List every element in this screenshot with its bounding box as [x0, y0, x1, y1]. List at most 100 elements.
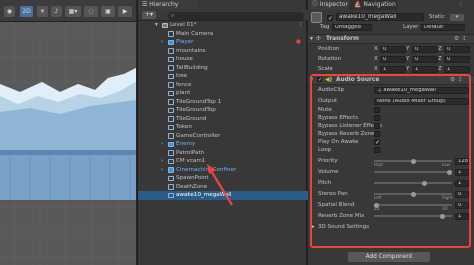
expand-chevron-icon[interactable]: › [161, 157, 163, 166]
hierarchy-item[interactable]: plant [138, 89, 308, 98]
hierarchy-item[interactable]: GameController [138, 132, 308, 141]
hierarchy-item-label: TileGroundTop 1 [176, 98, 222, 105]
tab-inspector[interactable]: ⓘ Inspector [308, 0, 348, 10]
audio-toggle-icon[interactable]: ♪ [51, 6, 62, 17]
gameobject-cube-icon [168, 90, 174, 96]
hierarchy-item[interactable]: TallBuilding [138, 64, 308, 73]
gameobject-cube-icon [168, 82, 174, 88]
axis-label-x: X [374, 56, 378, 62]
layer-label: Layer [403, 24, 419, 30]
transform-row-label: Position [318, 46, 340, 52]
prefab-cube-icon [168, 39, 174, 45]
highlight-box [310, 74, 471, 248]
hierarchy-item[interactable]: tree [138, 72, 308, 81]
hierarchy-item[interactable]: fence [138, 81, 308, 90]
transform-y-field[interactable]: 1 [412, 65, 438, 73]
tab-navigation[interactable]: ⛵ Navigation [350, 0, 398, 10]
camera-settings-icon[interactable]: ▶ [118, 6, 132, 17]
gameobject-cube-icon [168, 150, 174, 156]
foldout-chevron-icon[interactable]: ▾ [155, 21, 158, 30]
gameobject-cube-icon [168, 175, 174, 181]
inspector-icon: ⓘ [312, 1, 320, 8]
gameobject-cube-icon [168, 133, 174, 139]
transform-icon: ✣ [316, 36, 321, 42]
hierarchy-panel: ☰ Hierarchy +▾ ⌕ ▾ Level 01* ⋮ Main Camera ›… [137, 0, 308, 265]
effects-dropdown-icon[interactable]: ▦▾ [65, 6, 81, 17]
hierarchy-item[interactable]: Main Camera [138, 30, 308, 39]
hierarchy-item-label: TileGround [176, 115, 207, 122]
transform-header[interactable]: ▾ ✣ Transform ⚙ ⋮ [308, 34, 474, 44]
gameobject-cube-icon [168, 99, 174, 105]
hierarchy-item[interactable]: › Player ● [138, 38, 308, 47]
hierarchy-item-label: mountains [176, 47, 206, 54]
create-add-icon[interactable]: +▾ [142, 11, 156, 19]
gameobject-cube-icon [168, 31, 174, 37]
gameobject-cube-icon [168, 48, 174, 54]
gameobject-cube-icon [311, 12, 322, 23]
hierarchy-item-label: Token [176, 124, 192, 130]
active-checkbox[interactable]: ✓ [327, 15, 333, 22]
tab-navigation-label: Navigation [363, 1, 396, 8]
tag-dropdown[interactable]: Untagged [332, 24, 372, 31]
inspector-menu-icon[interactable]: ⋮ [458, 1, 464, 8]
scene-icon [162, 22, 168, 28]
gameobject-cube-icon [168, 158, 174, 164]
expand-chevron-icon[interactable]: › [161, 38, 163, 47]
gameobject-cube-icon [168, 56, 174, 62]
hierarchy-list: ▾ Level 01* ⋮ Main Camera › Player ● mountains h… [138, 21, 308, 200]
layer-dropdown[interactable]: Default [421, 24, 465, 31]
shading-mode-icon[interactable]: ◉ [4, 6, 15, 17]
transform-fields: Position X 0 Y 0 Z 0 Rotation X 0 Y 0 Z 0 Scale X 1 Y 1 Z 1 [308, 44, 474, 74]
tag-label: Tag [320, 24, 330, 30]
transform-z-field[interactable]: 1 [444, 65, 470, 73]
hierarchy-item[interactable]: Token [138, 123, 308, 132]
hierarchy-item[interactable]: house [138, 55, 308, 64]
hidden-objects-icon[interactable]: ◌ [84, 6, 98, 17]
hierarchy-item-label: PatrolPath [176, 149, 205, 156]
transform-x-field[interactable]: 1 [380, 65, 406, 73]
axis-label-x: X [374, 66, 378, 72]
tab-hierarchy[interactable]: ☰ Hierarchy [138, 0, 198, 10]
transform-z-field[interactable]: 0 [444, 55, 470, 63]
gizmos-icon[interactable]: ▣ [101, 6, 115, 17]
prefab-cube-icon [168, 141, 174, 147]
static-dropdown[interactable]: ▾ [450, 14, 464, 21]
object-name-field[interactable]: awake10_megaWall [336, 13, 424, 21]
hierarchy-item[interactable]: mountains [138, 47, 308, 56]
scene-root-item[interactable]: ▾ Level 01* ⋮ [138, 21, 308, 30]
static-label: Static [429, 14, 445, 20]
hierarchy-item-label: Player [176, 39, 194, 45]
axis-label-z: Z [438, 66, 442, 72]
2d-toggle-button[interactable]: 2D [20, 6, 33, 17]
foldout-chevron-icon: ▾ [310, 36, 313, 42]
hierarchy-item[interactable]: TileGroundTop [138, 106, 308, 115]
transform-x-field[interactable]: 0 [380, 45, 406, 53]
scene-menu-icon[interactable]: ⋮ [298, 21, 304, 30]
hierarchy-item[interactable]: TileGround [138, 115, 308, 124]
hierarchy-item-label: fence [176, 81, 192, 88]
search-icon: ⌕ [171, 12, 175, 19]
gameobject-cube-icon [168, 116, 174, 122]
hierarchy-item[interactable]: › Enemy [138, 140, 308, 149]
transform-row-label: Rotation [318, 56, 342, 62]
expand-chevron-icon[interactable]: › [161, 140, 163, 149]
scene-view[interactable]: ◉ 2D ☀ ♪ ▦▾ ◌ ▣ ▶ [0, 0, 136, 265]
hierarchy-item[interactable]: PatrolPath [138, 149, 308, 158]
axis-label-y: Y [406, 46, 410, 52]
gameobject-cube-icon [168, 124, 174, 130]
annotation-arrow-icon [207, 164, 233, 206]
transform-x-field[interactable]: 0 [380, 55, 406, 63]
transform-z-field[interactable]: 0 [444, 45, 470, 53]
transform-menu-icon[interactable]: ⚙ ⋮ [454, 35, 467, 44]
hierarchy-item[interactable]: TileGroundTop 1 [138, 98, 308, 107]
transform-row-position: Position X 0 Y 0 Z 0 [308, 44, 474, 54]
scene-canvas[interactable] [0, 22, 136, 265]
add-component-button[interactable]: Add Component [348, 252, 430, 262]
tab-hierarchy-label: Hierarchy [149, 1, 179, 8]
transform-y-field[interactable]: 0 [412, 45, 438, 53]
hierarchy-search-input[interactable] [168, 12, 304, 20]
transform-row-scale: Scale X 1 Y 1 Z 1 [308, 64, 474, 74]
transform-y-field[interactable]: 0 [412, 55, 438, 63]
expand-chevron-icon[interactable]: › [161, 166, 163, 175]
lighting-toggle-icon[interactable]: ☀ [37, 6, 48, 17]
